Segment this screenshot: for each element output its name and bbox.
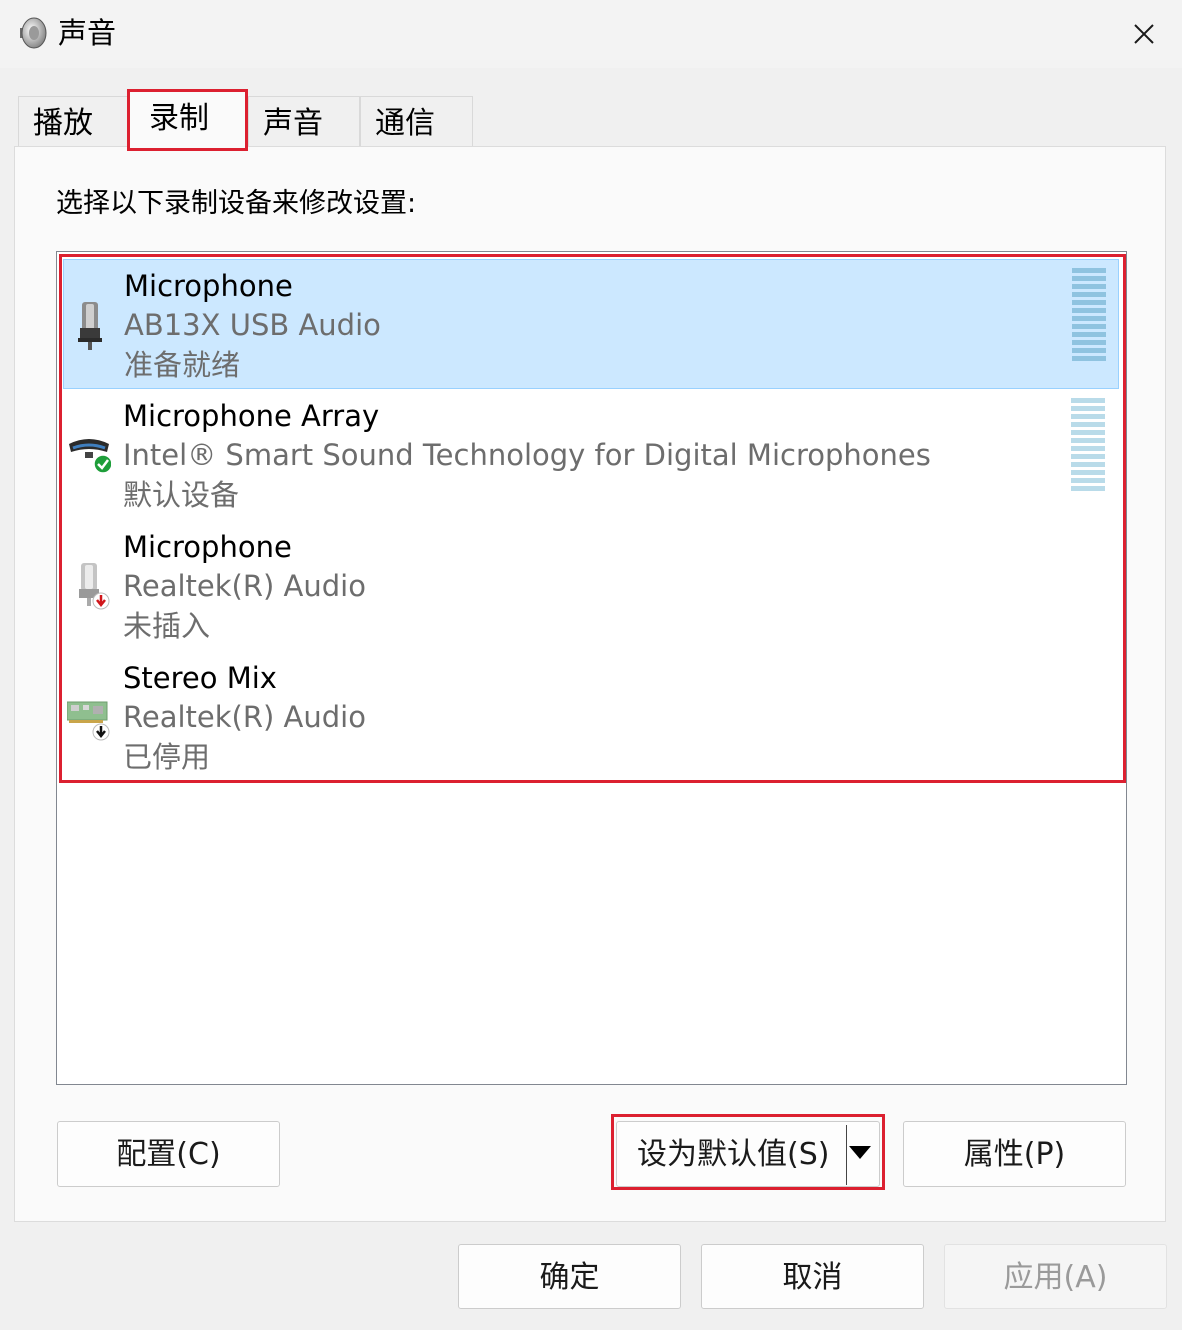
instruction-text: 选择以下录制设备来修改设置: <box>56 188 417 219</box>
device-name: Microphone <box>124 269 293 303</box>
tab-recording[interactable]: 录制 <box>128 90 248 148</box>
close-icon <box>1134 24 1154 44</box>
properties-button[interactable]: 属性(P) <box>903 1121 1126 1187</box>
set-default-split-button[interactable]: 设为默认值(S) <box>616 1121 880 1187</box>
speaker-icon <box>20 17 47 49</box>
chevron-down-icon[interactable] <box>849 1146 871 1159</box>
usb-microphone-icon <box>78 302 102 350</box>
level-meter <box>1071 398 1105 494</box>
cancel-button[interactable]: 取消 <box>701 1244 924 1309</box>
microphone-array-default-icon <box>69 439 111 474</box>
device-status: 未插入 <box>123 609 211 643</box>
device-item-realtek-microphone[interactable]: Microphone Realtek(R) Audio 未插入 <box>63 521 1119 651</box>
tab-sounds[interactable]: 声音 <box>248 96 360 146</box>
device-name: Stereo Mix <box>123 661 277 695</box>
device-item-stereo-mix[interactable]: Stereo Mix Realtek(R) Audio 已停用 <box>63 652 1119 782</box>
device-description: Realtek(R) Audio <box>123 569 366 603</box>
device-description: Realtek(R) Audio <box>123 700 366 734</box>
apply-button[interactable]: 应用(A) <box>944 1244 1167 1309</box>
recording-device-list[interactable]: Microphone AB13X USB Audio 准备就绪 Micropho… <box>56 251 1127 1085</box>
close-button[interactable] <box>1106 0 1182 68</box>
split-divider <box>846 1125 847 1185</box>
device-status: 准备就绪 <box>124 348 241 382</box>
device-name: Microphone Array <box>123 399 380 433</box>
device-description: AB13X USB Audio <box>124 308 381 342</box>
device-name: Microphone <box>123 530 292 564</box>
microphone-unplugged-icon <box>79 563 110 610</box>
device-item-usb-microphone[interactable]: Microphone AB13X USB Audio 准备就绪 <box>63 259 1119 389</box>
device-status: 默认设备 <box>123 478 240 512</box>
device-description: Intel® Smart Sound Technology for Digita… <box>123 438 931 472</box>
ok-button[interactable]: 确定 <box>458 1244 681 1309</box>
device-item-microphone-array[interactable]: Microphone Array Intel® Smart Sound Tech… <box>63 390 1119 520</box>
window-title: 声音 <box>58 16 117 50</box>
sound-card-disabled-icon <box>67 701 110 741</box>
tab-communications[interactable]: 通信 <box>360 96 473 146</box>
configure-button[interactable]: 配置(C) <box>57 1121 280 1187</box>
set-default-label[interactable]: 设为默认值(S) <box>637 1122 829 1188</box>
tab-playback[interactable]: 播放 <box>18 96 128 146</box>
level-meter <box>1072 268 1106 364</box>
device-status: 已停用 <box>123 740 211 774</box>
title-bar: 声音 <box>0 0 1182 68</box>
